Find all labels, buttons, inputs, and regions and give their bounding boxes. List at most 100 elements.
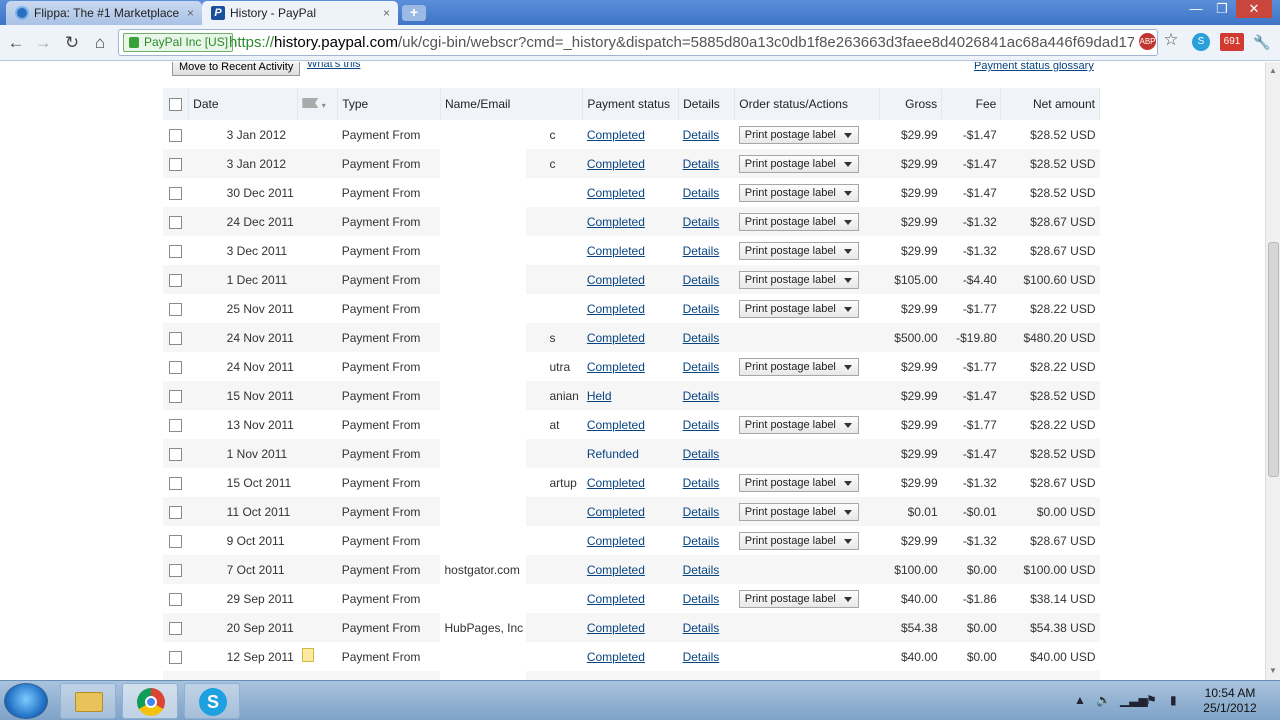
close-window-button[interactable]: ✕ [1236,0,1272,18]
col-name-email[interactable]: Name/Email [440,88,584,120]
restore-button[interactable]: ❐ [1208,0,1236,18]
row-details-link[interactable]: Details [683,331,720,345]
row-checkbox[interactable] [169,621,183,635]
print-postage-label-dropdown[interactable]: Print postage label [738,502,859,521]
col-fee[interactable]: Fee [941,88,1002,120]
row-checkbox[interactable] [169,505,183,519]
col-date[interactable]: Date [188,88,299,120]
row-payment-status[interactable]: Completed [587,302,645,316]
row-details-link[interactable]: Details [683,302,720,316]
row-checkbox[interactable] [169,302,183,316]
close-tab-icon[interactable]: × [383,1,390,25]
row-payment-status[interactable]: Completed [587,563,645,577]
page-scrollbar[interactable]: ▲ ▼ [1265,62,1280,680]
row-payment-status[interactable]: Completed [587,650,645,664]
wrench-menu-icon[interactable]: 🔧 [1252,33,1272,51]
row-details-link[interactable]: Details [683,592,720,606]
row-checkbox[interactable] [169,157,183,171]
row-checkbox[interactable] [169,476,183,490]
row-payment-status[interactable]: Completed [587,215,645,229]
row-details-link[interactable]: Details [683,273,720,287]
row-details-link[interactable]: Details [683,418,720,432]
skype-taskbar-button[interactable]: S [184,683,240,719]
print-postage-label-dropdown[interactable]: Print postage label [738,415,859,434]
explorer-taskbar-button[interactable] [60,683,116,719]
address-bar[interactable]: PayPal Inc [US] https://history.paypal.c… [118,29,1179,56]
print-postage-label-dropdown[interactable]: Print postage label [738,589,859,608]
home-button[interactable]: ⌂ [90,33,110,53]
tab-paypal-history[interactable]: P History - PayPal × [202,1,398,25]
row-checkbox[interactable] [169,389,183,403]
row-checkbox[interactable] [169,244,183,258]
start-button[interactable] [4,683,48,719]
select-all-checkbox[interactable] [169,98,183,112]
col-flag[interactable]: ▾ [297,88,339,120]
row-details-link[interactable]: Details [683,215,720,229]
row-payment-status[interactable]: Completed [587,476,645,490]
tab-flippa[interactable]: Flippa: The #1 Marketplace × [6,1,202,25]
row-details-link[interactable]: Details [683,244,720,258]
row-details-link[interactable]: Details [683,534,720,548]
row-payment-status[interactable]: Completed [587,534,645,548]
row-payment-status[interactable]: Completed [587,157,645,171]
row-details-link[interactable]: Details [683,128,720,142]
row-checkbox[interactable] [169,128,183,142]
print-postage-label-dropdown[interactable]: Print postage label [738,212,859,231]
note-icon[interactable] [301,648,314,662]
scrollbar-thumb[interactable] [1268,242,1279,477]
row-payment-status[interactable]: Completed [587,621,645,635]
print-postage-label-dropdown[interactable]: Print postage label [738,154,859,173]
row-payment-status[interactable]: Completed [587,592,645,606]
flag-tray-icon[interactable]: ⚑ [1146,693,1157,707]
volume-icon[interactable]: 🔈 [1096,693,1111,707]
row-checkbox[interactable] [169,360,183,374]
row-payment-status[interactable]: Completed [587,244,645,258]
whats-this-link[interactable]: What's this [307,62,360,70]
battery-icon[interactable]: ▮ [1170,693,1177,707]
network-icon[interactable]: ▁▃▅ [1120,693,1148,707]
row-checkbox[interactable] [169,650,183,664]
row-details-link[interactable]: Details [683,157,720,171]
skype-extension-icon[interactable]: S [1192,33,1210,51]
scroll-down-icon[interactable]: ▼ [1269,666,1277,675]
chrome-taskbar-button[interactable] [122,683,178,719]
system-clock[interactable]: 10:54 AM 25/1/2012 [1195,686,1265,716]
show-hidden-icons-icon[interactable]: ▲ [1074,693,1086,707]
forward-button[interactable]: → [33,33,53,53]
close-tab-icon[interactable]: × [187,1,194,25]
url-text[interactable]: https://history.paypal.com/uk/cgi-bin/we… [229,33,1134,53]
back-button[interactable]: ← [6,33,26,53]
row-payment-status[interactable]: Completed [587,418,645,432]
reload-button[interactable]: ↻ [62,33,82,53]
row-payment-status[interactable]: Completed [587,186,645,200]
print-postage-label-dropdown[interactable]: Print postage label [738,270,859,289]
row-checkbox[interactable] [169,447,183,461]
row-payment-status[interactable]: Completed [587,505,645,519]
row-checkbox[interactable] [169,331,183,345]
row-details-link[interactable]: Details [683,360,720,374]
print-postage-label-dropdown[interactable]: Print postage label [738,299,859,318]
row-details-link[interactable]: Details [683,447,720,461]
row-checkbox[interactable] [169,592,183,606]
print-postage-label-dropdown[interactable]: Print postage label [738,357,859,376]
scroll-up-icon[interactable]: ▲ [1269,66,1277,75]
ssl-identity-badge[interactable]: PayPal Inc [US] [123,33,234,52]
print-postage-label-dropdown[interactable]: Print postage label [738,125,859,144]
minimize-button[interactable]: — [1182,0,1210,18]
bookmark-star-icon[interactable]: ☆ [1161,31,1181,49]
row-checkbox[interactable] [169,273,183,287]
row-checkbox[interactable] [169,186,183,200]
row-payment-status[interactable]: Completed [587,360,645,374]
row-payment-status[interactable]: Held [587,389,612,403]
row-details-link[interactable]: Details [683,650,720,664]
row-details-link[interactable]: Details [683,186,720,200]
row-checkbox[interactable] [169,215,183,229]
row-details-link[interactable]: Details [683,621,720,635]
print-postage-label-dropdown[interactable]: Print postage label [738,531,859,550]
row-details-link[interactable]: Details [683,476,720,490]
row-details-link[interactable]: Details [683,389,720,403]
row-checkbox[interactable] [169,534,183,548]
adblock-icon[interactable]: ABP [1139,33,1156,50]
row-checkbox[interactable] [169,563,183,577]
row-checkbox[interactable] [169,418,183,432]
